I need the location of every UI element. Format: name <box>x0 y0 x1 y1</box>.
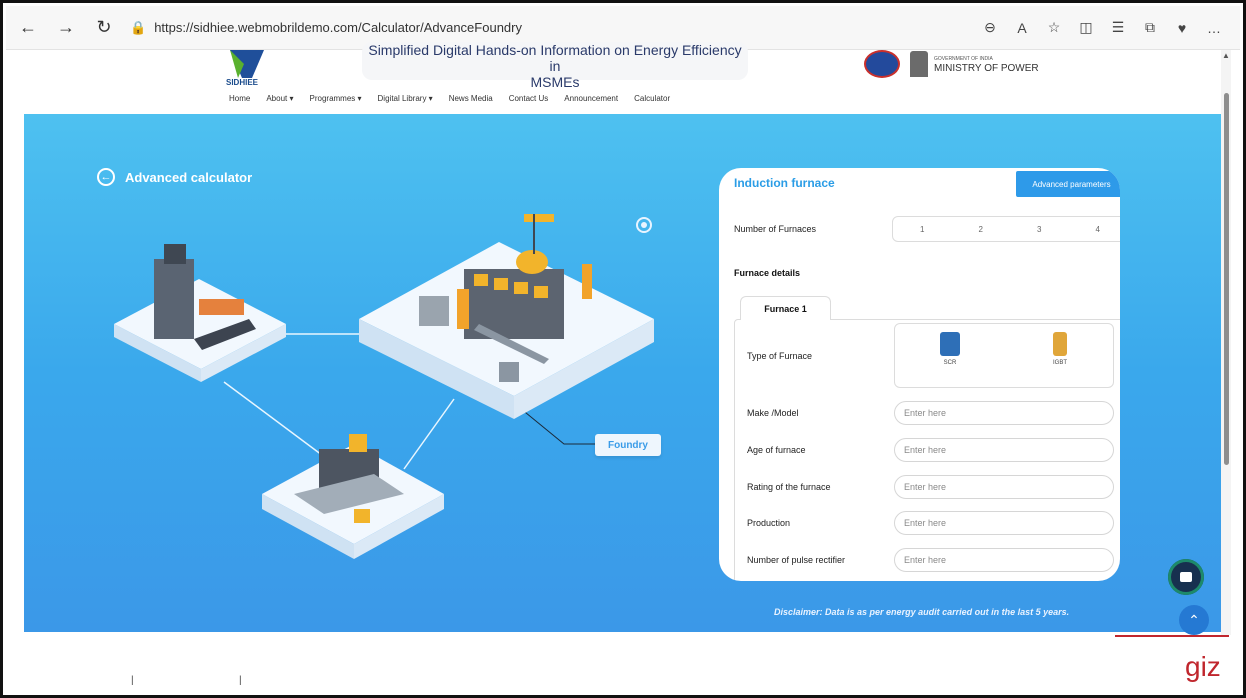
igbt-icon <box>1053 332 1067 356</box>
nav-news-media[interactable]: News Media <box>449 94 493 103</box>
rating-label: Rating of the furnace <box>747 482 831 492</box>
make-model-label: Make /Model <box>747 408 799 418</box>
production-label: Production <box>747 518 791 528</box>
connector-line <box>403 398 455 470</box>
connector-line <box>223 381 335 465</box>
factory-illustration <box>114 214 654 559</box>
favorites-icon[interactable]: ☰ <box>1102 13 1134 43</box>
machine-platform-bottom <box>262 434 444 559</box>
split-screen-icon[interactable]: ◫ <box>1070 13 1102 43</box>
nav-calculator[interactable]: Calculator <box>634 94 670 103</box>
scroll-top-chevron-icon[interactable]: ⌃ <box>1179 605 1209 635</box>
tagline-line2: MSMEs <box>530 74 580 90</box>
main-nav: Home About ▾ Programmes ▾ Digital Librar… <box>229 94 670 103</box>
number-of-furnaces-selector: 1 2 3 4 <box>892 216 1120 242</box>
screenshot-frame: ← → ↻ 🔒 https://sidhiee.webmobrildemo.co… <box>0 0 1246 698</box>
back-arrow-icon[interactable]: ← <box>12 12 44 44</box>
nav-home[interactable]: Home <box>229 94 250 103</box>
read-aloud-icon[interactable]: A <box>1006 13 1038 43</box>
production-input[interactable]: Enter here <box>894 511 1114 535</box>
age-of-furnace-input[interactable]: Enter here <box>894 438 1114 462</box>
giz-logo: giz <box>1185 651 1221 682</box>
scroll-up-arrow-icon[interactable]: ▲ <box>1222 51 1230 60</box>
favorite-star-icon[interactable]: ☆ <box>1038 13 1070 43</box>
rating-input[interactable]: Enter here <box>894 475 1114 499</box>
forward-arrow-icon[interactable]: → <box>50 12 82 44</box>
type-option-label: IGBT <box>1052 360 1067 366</box>
ministry-label: GOVERNMENT OF INDIA MINISTRY OF POWER <box>934 55 1039 74</box>
ministry-big-text: MINISTRY OF POWER <box>934 63 1039 74</box>
lock-icon: 🔒 <box>130 19 147 35</box>
scr-icon <box>940 332 960 356</box>
furnace-count-option[interactable]: 4 <box>1096 225 1100 234</box>
footer-divider: | <box>239 675 242 686</box>
pulse-rectifier-label: Number of pulse rectifier <box>747 555 846 565</box>
tagline-box: Simplified Digital Hands-on Information … <box>362 42 748 90</box>
machine-platform-left <box>114 244 286 382</box>
nav-contact-us[interactable]: Contact Us <box>509 94 549 103</box>
chat-icon[interactable] <box>1168 559 1204 595</box>
foundry-platform-center <box>359 214 654 419</box>
zoom-icon[interactable]: ⊖ <box>974 13 1006 43</box>
nav-programmes[interactable]: Programmes ▾ <box>310 94 362 103</box>
extension-heart-icon[interactable]: ♥ <box>1166 13 1198 43</box>
tab-furnace-1[interactable]: Furnace 1 <box>740 296 831 320</box>
collections-icon[interactable]: ⧉ <box>1134 13 1166 43</box>
bee-emblem-icon <box>864 50 900 78</box>
disclaimer-text: Disclaimer: Data is as per energy audit … <box>774 607 1070 617</box>
giz-divider <box>1115 635 1229 637</box>
foundry-tag[interactable]: Foundry <box>595 434 661 456</box>
furnace-count-option[interactable]: 3 <box>1037 225 1041 234</box>
make-model-input[interactable]: Enter here <box>894 401 1114 425</box>
tagline-line1: Simplified Digital Hands-on Information … <box>368 42 742 74</box>
furnace-type-igbt[interactable]: IGBT <box>1040 332 1080 366</box>
panel-title: Induction furnace <box>734 176 835 190</box>
address-bar[interactable]: 🔒 https://sidhiee.webmobrildemo.com/Calc… <box>130 13 974 43</box>
nav-announcement[interactable]: Announcement <box>564 94 618 103</box>
type-of-furnace-label: Type of Furnace <box>747 351 813 361</box>
nav-digital-library[interactable]: Digital Library ▾ <box>378 94 433 103</box>
logo-text: SIDHIEE <box>226 78 259 87</box>
pulse-rectifier-input[interactable]: Enter here <box>894 548 1114 572</box>
hero-section: ← Advanced calculator Foundry Induction … <box>24 114 1221 632</box>
browser-actions: ⊖ A ☆ ◫ ☰ ⧉ ♥ … <box>974 13 1230 43</box>
more-menu-icon[interactable]: … <box>1198 13 1230 43</box>
furnace-type-scr[interactable]: SCR <box>930 332 970 366</box>
calculator-panel: Induction furnace Advanced parameters Nu… <box>719 168 1120 581</box>
nav-about[interactable]: About ▾ <box>266 94 293 103</box>
number-of-furnaces-label: Number of Furnaces <box>734 224 817 234</box>
furnace-count-option[interactable]: 1 <box>920 225 924 234</box>
scrollbar-thumb[interactable] <box>1224 93 1229 465</box>
type-option-label: SCR <box>943 360 957 366</box>
url-text: https://sidhiee.webmobrildemo.com/Calcul… <box>154 20 522 35</box>
national-emblem-icon <box>910 51 928 77</box>
advanced-parameters-button[interactable]: Advanced parameters <box>1016 171 1120 197</box>
age-of-furnace-label: Age of furnace <box>747 445 806 455</box>
sidhiee-logo-icon[interactable] <box>224 50 270 80</box>
government-logos: GOVERNMENT OF INDIA MINISTRY OF POWER <box>864 50 1039 78</box>
furnace-type-selector: SCR IGBT <box>894 323 1114 388</box>
furnace-count-option[interactable]: 2 <box>979 225 983 234</box>
furnace-details-title: Furnace details <box>734 268 801 278</box>
reload-icon[interactable]: ↻ <box>88 12 120 44</box>
footer-divider: | <box>131 675 134 686</box>
site-header: SIDHIEE Simplified Digital Hands-on Info… <box>24 42 1224 114</box>
